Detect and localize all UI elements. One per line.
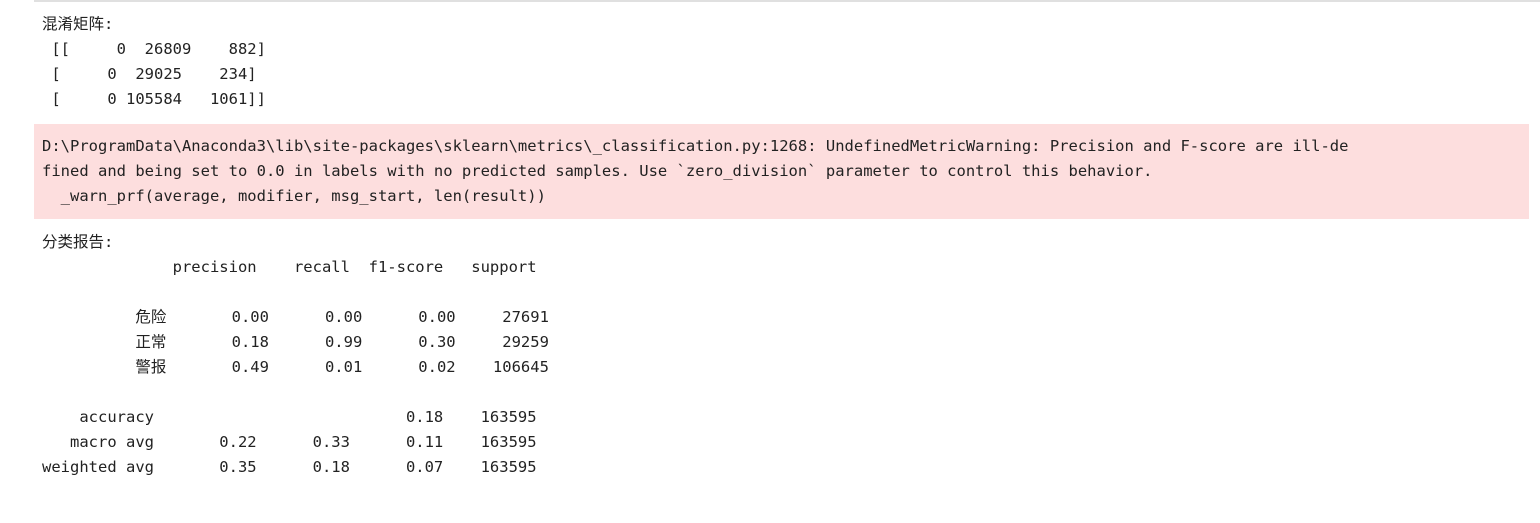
stderr-warning-box: D:\ProgramData\Anaconda3\lib\site-packag… <box>34 124 1529 219</box>
undefined-metric-warning-text: D:\ProgramData\Anaconda3\lib\site-packag… <box>42 137 1349 205</box>
cell-top-border <box>34 0 1540 2</box>
confusion-matrix-output: 混淆矩阵: [[ 0 26809 882] [ 0 29025 234] [ 0… <box>42 15 266 108</box>
classification-report-output: 分类报告: precision recall f1-score support … <box>42 233 549 476</box>
